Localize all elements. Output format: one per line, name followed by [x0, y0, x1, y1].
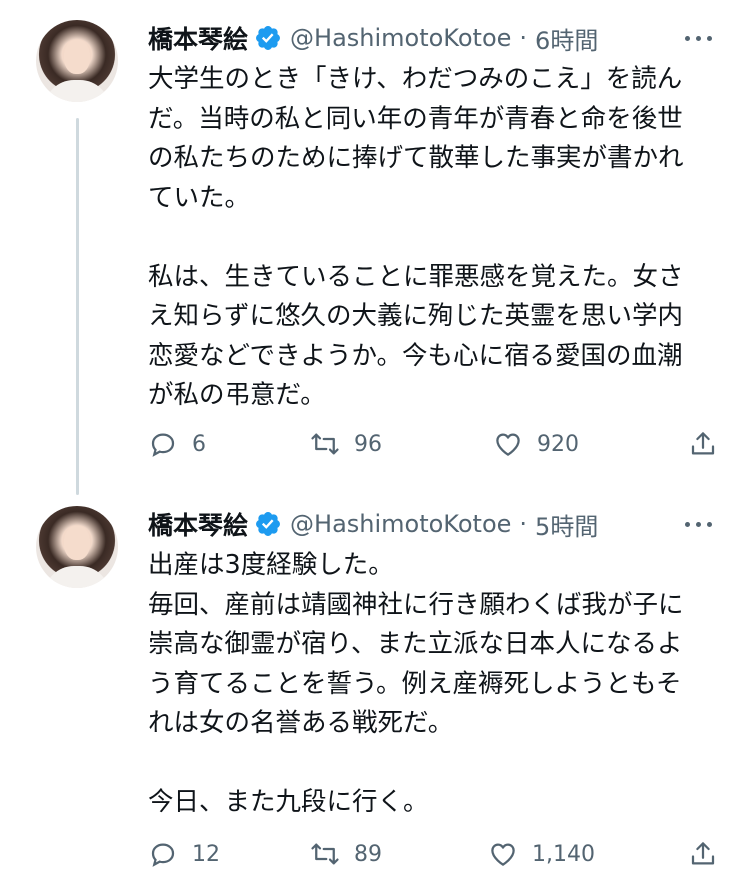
retweet-button[interactable]: 96 [310, 424, 382, 464]
like-count: 920 [537, 431, 579, 457]
text-line: 毎回、産前は靖國神社に行き願わくば我が子に [148, 589, 684, 620]
tweet-2[interactable]: 橋本琴絵 @HashimotoKotoe · 5時間 出産は3度経験した。 毎回… [0, 500, 750, 888]
more-icon[interactable] [685, 506, 712, 542]
text-line: 私は、生きていることに罪悪感を覚えた。女さ [148, 261, 684, 292]
like-icon [496, 433, 520, 456]
text-line: が私の弔意だ。 [148, 380, 326, 410]
reply-icon [151, 843, 175, 867]
text-line: 恋愛などできようか。今も心に宿る愛国の血潮 [148, 340, 683, 371]
avatar[interactable] [36, 20, 118, 102]
avatar[interactable] [36, 506, 118, 588]
share-icon [691, 842, 715, 865]
reply-button[interactable]: 6 [148, 424, 206, 464]
retweet-icon [311, 843, 339, 865]
like-button[interactable]: 920 [493, 424, 579, 464]
like-icon [491, 843, 515, 866]
verified-badge-icon [256, 26, 280, 50]
text-line: ていた。 [148, 182, 251, 213]
verified-badge-icon [256, 512, 280, 536]
retweet-count: 89 [354, 841, 382, 867]
text-line: の私たちのために捧げて散華した事実が書かれ [148, 143, 684, 173]
tweet-1[interactable]: 橋本琴絵 @HashimotoKotoe · 6時間 大学生のとき「きけ、わだつ… [0, 0, 750, 500]
retweet-count: 96 [354, 431, 382, 457]
display-name[interactable]: 橋本琴絵 [148, 506, 248, 542]
share-icon [691, 432, 715, 455]
retweet-icon [311, 433, 339, 455]
reply-button[interactable]: 12 [148, 834, 220, 874]
text-line: 今日、また九段に行く。 [148, 787, 429, 817]
text-line: 崇高な御霊が宿り、また立派な日本人になるよ [148, 629, 683, 659]
timestamp[interactable]: 6時間 [535, 21, 598, 56]
like-count: 1,140 [532, 841, 595, 867]
text-line: え知らずに悠久の大義に殉じた英霊を思い学内 [148, 301, 683, 331]
retweet-button[interactable]: 89 [310, 834, 382, 874]
text-line: 大学生のとき「きけ、わだつみのこえ」を読ん [148, 64, 683, 94]
display-name[interactable]: 橋本琴絵 [148, 20, 248, 56]
text-line: う育てることを誓う。例え産褥死しようともそ [148, 668, 682, 699]
text-line: れは女の名誉ある戦死だ。 [148, 708, 454, 738]
tweet-header: 橋本琴絵 @HashimotoKotoe · 5時間 [148, 506, 598, 542]
tweet-text: 出産は3度経験した。 毎回、産前は靖國神社に行き願わくば我が子に 崇高な御霊が宿… [148, 546, 718, 823]
user-handle[interactable]: @HashimotoKotoe [290, 510, 511, 538]
like-button[interactable]: 1,140 [488, 834, 595, 874]
share-button[interactable] [688, 834, 718, 874]
reply-count: 6 [192, 431, 206, 457]
reply-icon [151, 433, 175, 457]
separator-dot: · [519, 510, 528, 538]
more-icon[interactable] [685, 20, 712, 56]
action-bar: 6 96 920 [148, 424, 718, 464]
action-bar: 12 89 1,140 [148, 834, 718, 874]
tweet-header: 橋本琴絵 @HashimotoKotoe · 6時間 [148, 20, 598, 56]
tweet-text: 大学生のとき「きけ、わだつみのこえ」を読ん だ。当時の私と同い年の青年が青春と命… [148, 60, 718, 416]
share-button[interactable] [688, 424, 718, 464]
separator-dot: · [519, 24, 528, 52]
timestamp[interactable]: 5時間 [535, 507, 598, 542]
reply-count: 12 [192, 841, 220, 867]
text-line: だ。当時の私と同い年の青年が青春と命を後世 [148, 103, 683, 134]
user-handle[interactable]: @HashimotoKotoe [290, 24, 511, 52]
text-line: 出産は3度経験した。 [148, 550, 394, 580]
